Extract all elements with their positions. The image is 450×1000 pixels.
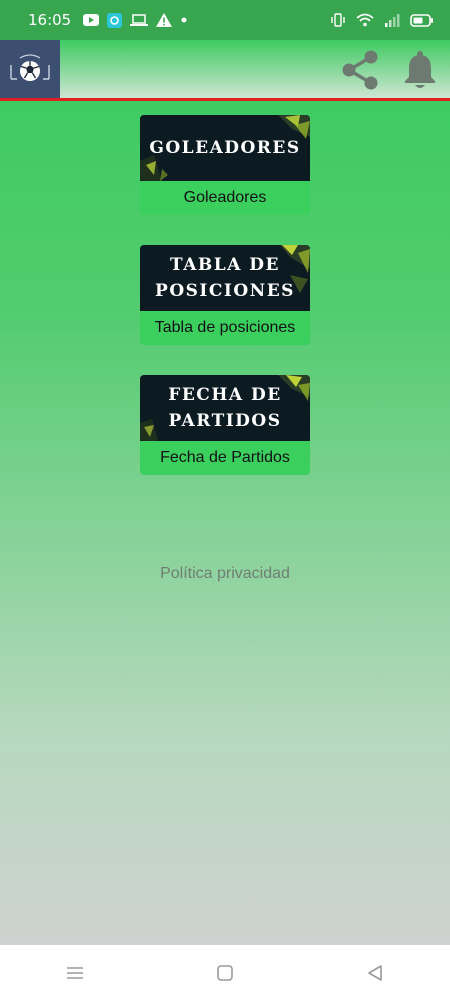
battery-icon xyxy=(410,12,434,28)
card-banner: GOLEADORES xyxy=(140,115,310,181)
card-banner: FECHA DE PARTIDOS xyxy=(140,375,310,441)
main-content: GOLEADORES Goleadores TABLA DE POSICIONE… xyxy=(0,101,450,945)
banner-title: TABLA DE POSICIONES xyxy=(155,255,295,301)
laptop-icon xyxy=(130,12,149,28)
status-icons-right xyxy=(330,12,434,28)
menu-card-goleadores[interactable]: GOLEADORES Goleadores xyxy=(140,115,310,215)
privacy-policy-link[interactable]: Política privacidad xyxy=(0,565,450,583)
vibrate-icon xyxy=(330,12,346,28)
menu-icon[interactable] xyxy=(45,953,105,993)
share-icon[interactable] xyxy=(338,48,382,92)
app-bar xyxy=(0,40,450,101)
card-banner: TABLA DE POSICIONES xyxy=(140,245,310,311)
back-icon[interactable] xyxy=(345,953,405,993)
status-time: 16:05 xyxy=(28,11,72,29)
card-label: Tabla de posiciones xyxy=(140,311,310,345)
status-bar: 16:05 xyxy=(0,0,450,40)
banner-title: GOLEADORES xyxy=(149,138,301,158)
dot-icon xyxy=(180,12,188,28)
navigation-bar xyxy=(0,945,450,1000)
home-icon[interactable] xyxy=(195,953,255,993)
soccer-ball-logo-icon[interactable] xyxy=(0,40,60,98)
app-notification-icon xyxy=(107,12,123,28)
bell-icon[interactable] xyxy=(398,48,442,92)
youtube-icon xyxy=(83,12,100,28)
menu-card-fecha-partidos[interactable]: FECHA DE PARTIDOS Fecha de Partidos xyxy=(140,375,310,475)
card-label: Fecha de Partidos xyxy=(140,441,310,475)
status-icons-left xyxy=(83,12,188,28)
banner-title: FECHA DE PARTIDOS xyxy=(168,385,282,431)
wifi-icon xyxy=(356,12,374,28)
signal-icon xyxy=(384,12,400,28)
card-label: Goleadores xyxy=(140,181,310,215)
menu-card-tabla-posiciones[interactable]: TABLA DE POSICIONES Tabla de posiciones xyxy=(140,245,310,345)
warning-icon xyxy=(156,12,173,28)
